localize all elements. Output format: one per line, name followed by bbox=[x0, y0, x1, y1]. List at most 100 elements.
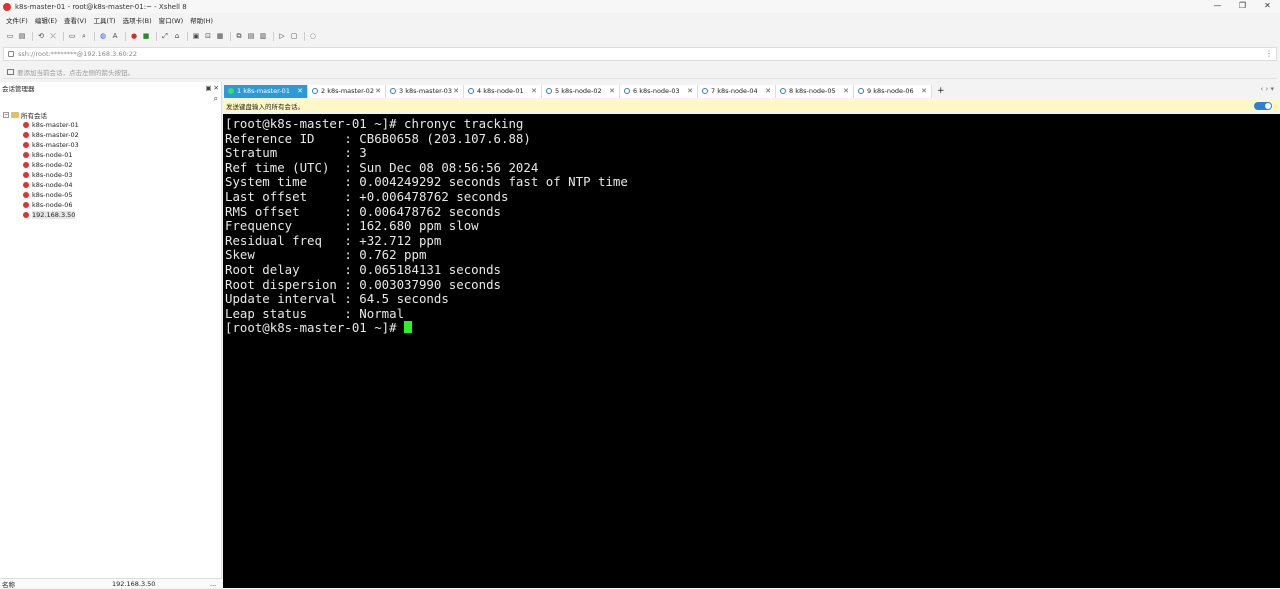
session-status-icon bbox=[624, 88, 630, 94]
maximize-button[interactable]: ❐ bbox=[1230, 0, 1255, 13]
hint-text: 要添加当前会话，点击左侧的箭头按钮。 bbox=[17, 68, 134, 77]
add-tab-icon[interactable]: + bbox=[937, 86, 945, 96]
menu-view[interactable]: 查看(V) bbox=[64, 15, 87, 25]
script-icon[interactable]: ■ bbox=[141, 31, 151, 41]
session-item[interactable]: k8s-node-05 bbox=[3, 190, 221, 200]
compose-icon[interactable]: ⊡ bbox=[203, 31, 213, 41]
log-icon[interactable]: ▣ bbox=[191, 31, 201, 41]
toolbar-separator bbox=[187, 31, 188, 41]
minimize-button[interactable]: — bbox=[1205, 0, 1230, 13]
tab-k8s-node-02[interactable]: 5 k8s-node-02 ✕ bbox=[542, 84, 620, 98]
new-tab-icon[interactable]: ▭ bbox=[67, 31, 77, 41]
xshell-app-icon bbox=[3, 2, 11, 11]
tab-k8s-node-05[interactable]: 8 k8s-node-05 ✕ bbox=[776, 84, 854, 98]
tab-k8s-node-03[interactable]: 6 k8s-node-03 ✕ bbox=[620, 84, 698, 98]
tab-k8s-master-03[interactable]: 3 k8s-master-03 ✕ bbox=[386, 84, 464, 98]
fullscreen-icon[interactable]: ⤢ bbox=[160, 31, 170, 41]
session-item[interactable]: k8s-node-04 bbox=[3, 180, 221, 190]
transfer-icon[interactable]: ▦ bbox=[215, 31, 225, 41]
close-window-button[interactable]: ✕ bbox=[1255, 0, 1280, 13]
session-item[interactable]: k8s-master-03 bbox=[3, 140, 221, 150]
session-item[interactable]: k8s-node-06 bbox=[3, 200, 221, 210]
reconnect-icon[interactable]: ⟲ bbox=[36, 31, 46, 41]
close-tab-icon[interactable]: ✕ bbox=[687, 87, 693, 95]
toolbar-separator bbox=[156, 31, 157, 41]
terminal[interactable]: [root@k8s-master-01 ~]# chronyc tracking… bbox=[223, 114, 1280, 588]
session-item-selected[interactable]: 192.168.3.50 bbox=[3, 210, 221, 220]
tab-navigation-icon[interactable]: ‹ › ▾ bbox=[1260, 85, 1274, 93]
search-icon[interactable]: ⌕ bbox=[214, 94, 218, 106]
xftp-icon[interactable]: ● bbox=[129, 31, 139, 41]
session-search[interactable]: ⌕ bbox=[0, 94, 221, 106]
font-icon[interactable]: A bbox=[110, 31, 120, 41]
tab-label: 8 k8s-node-05 bbox=[789, 87, 836, 95]
session-manager-controls: ▣ ✕ bbox=[205, 84, 219, 92]
collapse-icon[interactable]: − bbox=[3, 112, 9, 118]
session-icon bbox=[23, 162, 29, 168]
session-label: k8s-master-02 bbox=[32, 131, 79, 139]
close-tab-icon[interactable]: ✕ bbox=[453, 87, 459, 95]
session-label: k8s-master-03 bbox=[32, 141, 79, 149]
close-tab-icon[interactable]: ✕ bbox=[843, 87, 849, 95]
toolbar-separator bbox=[273, 31, 274, 41]
menu-window[interactable]: 窗口(W) bbox=[159, 15, 184, 25]
session-item[interactable]: k8s-node-01 bbox=[3, 150, 221, 160]
terminal-line: Leap status : Normal bbox=[225, 305, 405, 321]
session-icon bbox=[23, 152, 29, 158]
session-icon bbox=[23, 202, 29, 208]
terminal-line: Last offset : +0.006478762 seconds bbox=[225, 188, 509, 204]
menu-tab[interactable]: 选项卡(B) bbox=[123, 15, 152, 25]
property-more-button[interactable]: ... bbox=[210, 580, 216, 588]
session-icon bbox=[23, 212, 29, 218]
session-item[interactable]: k8s-master-01 bbox=[3, 120, 221, 130]
tab-label: 7 k8s-node-04 bbox=[711, 87, 758, 95]
close-tab-icon[interactable]: ✕ bbox=[609, 87, 615, 95]
session-item[interactable]: k8s-node-03 bbox=[3, 170, 221, 180]
tab-k8s-node-04[interactable]: 7 k8s-node-04 ✕ bbox=[698, 84, 776, 98]
pin-icon[interactable]: ▣ bbox=[205, 84, 211, 92]
tree-root-all-sessions[interactable]: − 所有会话 bbox=[3, 110, 221, 120]
close-tab-icon[interactable]: ✕ bbox=[531, 87, 537, 95]
more-options-icon[interactable]: ⋮ bbox=[1265, 49, 1273, 58]
address-bar[interactable]: ssh://root:********@192.168.3.60:22 ⋮ bbox=[3, 47, 1277, 61]
send-icon[interactable]: ⧉ bbox=[234, 31, 244, 41]
address-input[interactable]: ssh://root:********@192.168.3.60:22 bbox=[18, 50, 137, 58]
add-session-icon[interactable] bbox=[7, 68, 14, 75]
lock-icon bbox=[8, 51, 14, 57]
split-icon[interactable]: ▢ bbox=[289, 31, 299, 41]
globe-icon[interactable]: ◍ bbox=[98, 31, 108, 41]
terminal-line: Reference ID : CB6B0658 (203.107.6.88) bbox=[225, 130, 531, 146]
session-manager-title: 会话管理器 bbox=[2, 85, 35, 93]
session-item[interactable]: k8s-node-02 bbox=[3, 160, 221, 170]
help-icon[interactable]: ◌ bbox=[308, 31, 318, 41]
menu-bar: 文件(F) 编辑(E) 查看(V) 工具(T) 选项卡(B) 窗口(W) 帮助(… bbox=[0, 14, 1280, 26]
new-session-icon[interactable]: ▭ bbox=[5, 31, 15, 41]
send-all-toggle[interactable] bbox=[1254, 102, 1272, 110]
menu-tools[interactable]: 工具(T) bbox=[94, 15, 116, 25]
disconnect-icon[interactable]: ⤬ bbox=[48, 31, 58, 41]
close-tab-icon[interactable]: ✕ bbox=[375, 87, 381, 95]
close-tab-icon[interactable]: ✕ bbox=[297, 87, 303, 95]
session-icon bbox=[23, 172, 29, 178]
highlight-icon[interactable]: ▤ bbox=[246, 31, 256, 41]
tab-k8s-master-01[interactable]: 1 k8s-master-01 ✕ bbox=[224, 84, 308, 98]
session-item[interactable]: k8s-master-02 bbox=[3, 130, 221, 140]
tab-k8s-master-02[interactable]: 2 k8s-master-02 ✕ bbox=[308, 84, 386, 98]
close-panel-icon[interactable]: ✕ bbox=[214, 84, 219, 92]
close-tab-icon[interactable]: ✕ bbox=[921, 87, 927, 95]
lock-icon[interactable]: ⌂ bbox=[172, 31, 182, 41]
window-controls: — ❐ ✕ bbox=[1205, 0, 1280, 13]
find-icon[interactable]: ⌕ bbox=[79, 31, 89, 41]
tab-k8s-node-01[interactable]: 4 k8s-node-01 ✕ bbox=[464, 84, 542, 98]
keyboard-icon[interactable]: ▥ bbox=[258, 31, 268, 41]
tab-k8s-node-06[interactable]: 9 k8s-node-06 ✕ bbox=[854, 84, 932, 98]
compose-info-bar: 发送键盘输入的所有会话。 bbox=[224, 99, 1280, 112]
layout-icon[interactable]: ▷ bbox=[277, 31, 287, 41]
menu-edit[interactable]: 编辑(E) bbox=[35, 15, 57, 25]
session-label: k8s-node-06 bbox=[32, 201, 73, 209]
menu-help[interactable]: 帮助(H) bbox=[190, 15, 213, 25]
close-tab-icon[interactable]: ✕ bbox=[765, 87, 771, 95]
open-folder-icon[interactable]: ▤ bbox=[17, 31, 27, 41]
menu-file[interactable]: 文件(F) bbox=[6, 15, 28, 25]
session-label: k8s-node-03 bbox=[32, 171, 73, 179]
